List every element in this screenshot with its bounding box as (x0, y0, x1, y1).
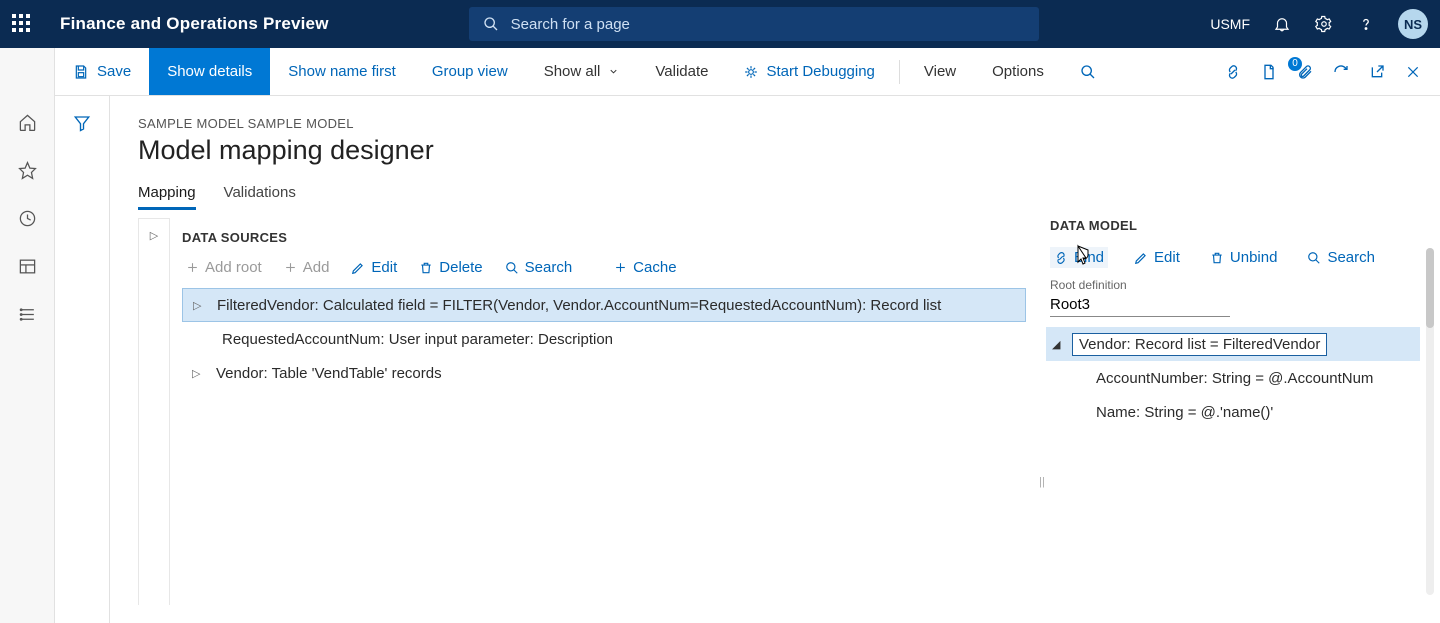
bind-button[interactable]: Bind (1050, 247, 1108, 268)
debug-icon (744, 65, 758, 79)
tree-row-label: FilteredVendor: Calculated field = FILTE… (217, 297, 941, 314)
pencil-icon (351, 261, 365, 275)
view-menu[interactable]: View (906, 48, 974, 95)
search-icon (1080, 64, 1096, 80)
root-definition-input[interactable] (1050, 296, 1230, 313)
trash-icon (419, 261, 433, 275)
filter-pane (55, 96, 110, 623)
edit-button[interactable]: Edit (1130, 247, 1184, 268)
search-icon (505, 261, 519, 275)
search-icon (1307, 251, 1321, 265)
search-placeholder: Search for a page (511, 16, 630, 33)
star-icon[interactable] (17, 160, 37, 180)
link-icon[interactable] (1224, 63, 1242, 81)
main-content: SAMPLE MODEL SAMPLE MODEL Model mapping … (110, 96, 1440, 623)
popout-icon[interactable] (1368, 63, 1386, 81)
global-search[interactable]: Search for a page (469, 7, 1039, 41)
data-sources-toolbar: Add root Add Edit Delete (186, 259, 1026, 276)
panel-expand-handle[interactable]: ▷ (138, 218, 170, 605)
page-title: Model mapping designer (138, 135, 1440, 166)
cache-button[interactable]: Cache (614, 259, 676, 276)
scrollbar-thumb[interactable] (1426, 248, 1434, 328)
show-details-button[interactable]: Show details (149, 48, 270, 95)
caret-right-icon[interactable]: ▷ (192, 367, 202, 380)
plus-icon (186, 261, 199, 274)
show-name-first-button[interactable]: Show name first (270, 48, 414, 95)
attachments-icon[interactable] (1296, 63, 1314, 81)
breadcrumb: SAMPLE MODEL SAMPLE MODEL (138, 116, 1440, 131)
scrollbar[interactable] (1426, 248, 1434, 595)
chevron-down-icon (608, 66, 619, 77)
tree-row-label: Name: String = @.'name()' (1096, 404, 1273, 421)
plus-icon (614, 261, 627, 274)
data-model-heading: DATA MODEL (1050, 218, 1420, 233)
tab-validations[interactable]: Validations (224, 184, 296, 210)
gear-icon[interactable] (1314, 14, 1334, 34)
data-sources-panel: ▷ DATA SOURCES Add root Add Edit (138, 218, 1038, 605)
tree-row[interactable]: ◢ Vendor: Record list = FilteredVendor (1046, 327, 1420, 361)
tree-row[interactable]: Name: String = @.'name()' (1046, 395, 1420, 429)
modules-icon[interactable] (17, 304, 37, 324)
search-icon (483, 16, 499, 32)
search-button[interactable]: Search (505, 259, 573, 276)
splitter-handle[interactable]: || (1038, 358, 1046, 605)
data-sources-heading: DATA SOURCES (182, 230, 1026, 245)
save-button[interactable]: Save (55, 48, 149, 95)
pencil-icon (1134, 251, 1148, 265)
caret-down-icon[interactable]: ◢ (1052, 338, 1062, 351)
page-search-button[interactable] (1062, 48, 1114, 95)
left-nav-rail (0, 48, 55, 623)
data-model-toolbar: Bind Edit Unbind Search (1050, 247, 1420, 268)
help-icon[interactable] (1356, 14, 1376, 34)
command-bar: Save Show details Show name first Group … (0, 48, 1440, 96)
document-icon[interactable] (1260, 63, 1278, 81)
start-debugging-button[interactable]: Start Debugging (726, 48, 892, 95)
add-root-button[interactable]: Add root (186, 259, 262, 276)
tab-mapping[interactable]: Mapping (138, 184, 196, 210)
home-icon[interactable] (17, 112, 37, 132)
options-menu[interactable]: Options (974, 48, 1062, 95)
data-model-panel: DATA MODEL Bind Edit Unbind Search (1046, 218, 1440, 605)
group-view-button[interactable]: Group view (414, 48, 526, 95)
validate-button[interactable]: Validate (637, 48, 726, 95)
recent-icon[interactable] (17, 208, 37, 228)
bell-icon[interactable] (1272, 14, 1292, 34)
page-tabs: Mapping Validations (138, 184, 1440, 210)
link-icon (1054, 251, 1068, 265)
plus-icon (284, 261, 297, 274)
user-avatar[interactable]: NS (1398, 9, 1428, 39)
close-icon[interactable] (1404, 63, 1422, 81)
add-button[interactable]: Add (284, 259, 330, 276)
app-header: Finance and Operations Preview Search fo… (0, 0, 1440, 48)
tree-row-label: Vendor: Table 'VendTable' records (216, 365, 442, 382)
company-code[interactable]: USMF (1210, 16, 1250, 32)
filter-icon[interactable] (73, 114, 91, 623)
delete-button[interactable]: Delete (419, 259, 482, 276)
tree-row-label: RequestedAccountNum: User input paramete… (222, 331, 613, 348)
search-button[interactable]: Search (1303, 247, 1379, 268)
show-all-dropdown[interactable]: Show all (526, 48, 638, 95)
unbind-button[interactable]: Unbind (1206, 247, 1282, 268)
app-title: Finance and Operations Preview (60, 14, 329, 34)
refresh-icon[interactable] (1332, 63, 1350, 81)
save-icon (73, 64, 89, 80)
tree-row[interactable]: ▷ FilteredVendor: Calculated field = FIL… (182, 288, 1026, 322)
trash-icon (1210, 251, 1224, 265)
tree-row-label: Vendor: Record list = FilteredVendor (1072, 333, 1327, 356)
tree-row[interactable]: AccountNumber: String = @.AccountNum (1046, 361, 1420, 395)
app-launcher-icon[interactable] (12, 14, 32, 34)
edit-button[interactable]: Edit (351, 259, 397, 276)
tree-row[interactable]: ▷ Vendor: Table 'VendTable' records (182, 356, 1026, 390)
root-definition-label: Root definition (1050, 278, 1420, 292)
root-definition-field-wrap (1050, 294, 1230, 317)
workspace-icon[interactable] (17, 256, 37, 276)
tree-row[interactable]: RequestedAccountNum: User input paramete… (182, 322, 1026, 356)
header-right: USMF NS (1210, 9, 1428, 39)
caret-right-icon[interactable]: ▷ (193, 299, 203, 312)
tree-row-label: AccountNumber: String = @.AccountNum (1096, 370, 1373, 387)
